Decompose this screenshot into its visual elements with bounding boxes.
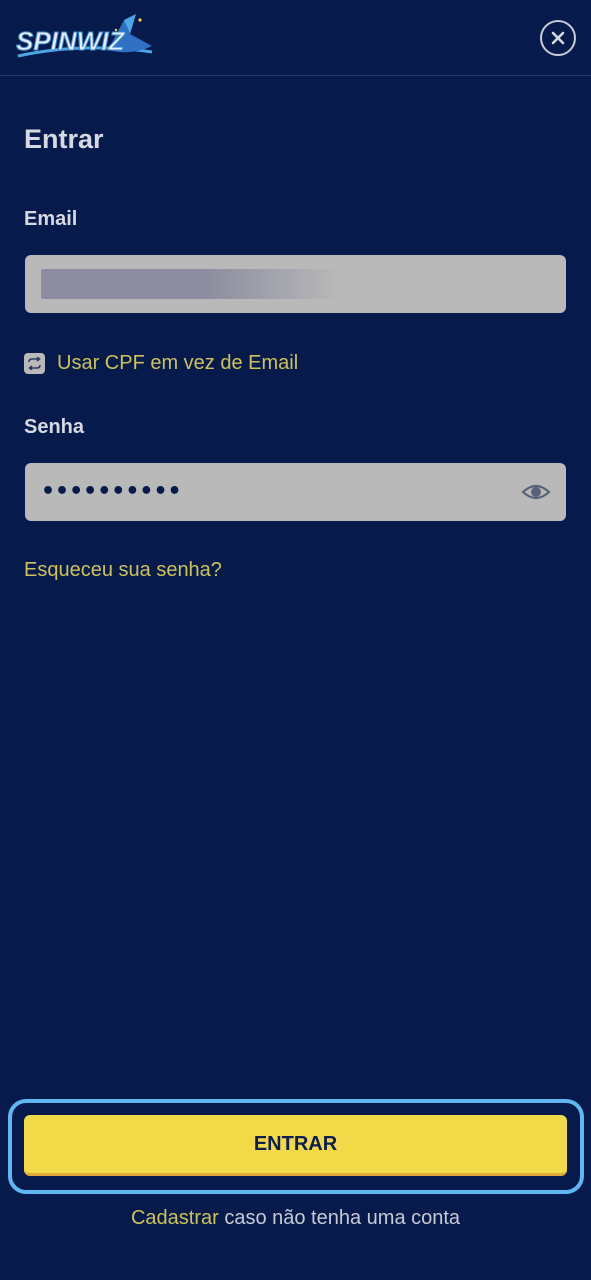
use-cpf-label: Usar CPF em vez de Email (57, 351, 299, 374)
swap-icon (24, 352, 45, 374)
eye-icon[interactable] (521, 480, 551, 504)
email-label: Email (24, 208, 78, 230)
signup-suffix: caso não tenha uma conta (218, 1207, 461, 1229)
forgot-password-link[interactable]: Esqueceu sua senha? (24, 559, 222, 582)
page-title: Entrar (24, 124, 104, 154)
logo-text: SPINWIZ (16, 26, 125, 56)
header-bar: SPINWIZ (0, 0, 591, 76)
signup-prompt: Cadastrar caso não tenha uma conta (0, 1207, 591, 1230)
login-submit-button[interactable]: ENTRAR (24, 1115, 567, 1176)
email-value (41, 269, 341, 299)
spinwiz-logo[interactable]: SPINWIZ (12, 12, 162, 64)
close-icon (551, 31, 565, 45)
password-value: •••••••••• (41, 479, 182, 504)
password-label: Senha (24, 416, 85, 438)
password-field[interactable]: •••••••••• (25, 463, 566, 521)
close-button[interactable] (540, 20, 576, 56)
signup-link[interactable]: Cadastrar (131, 1207, 219, 1229)
email-field[interactable] (25, 255, 566, 313)
use-cpf-toggle[interactable]: Usar CPF em vez de Email (24, 350, 298, 376)
